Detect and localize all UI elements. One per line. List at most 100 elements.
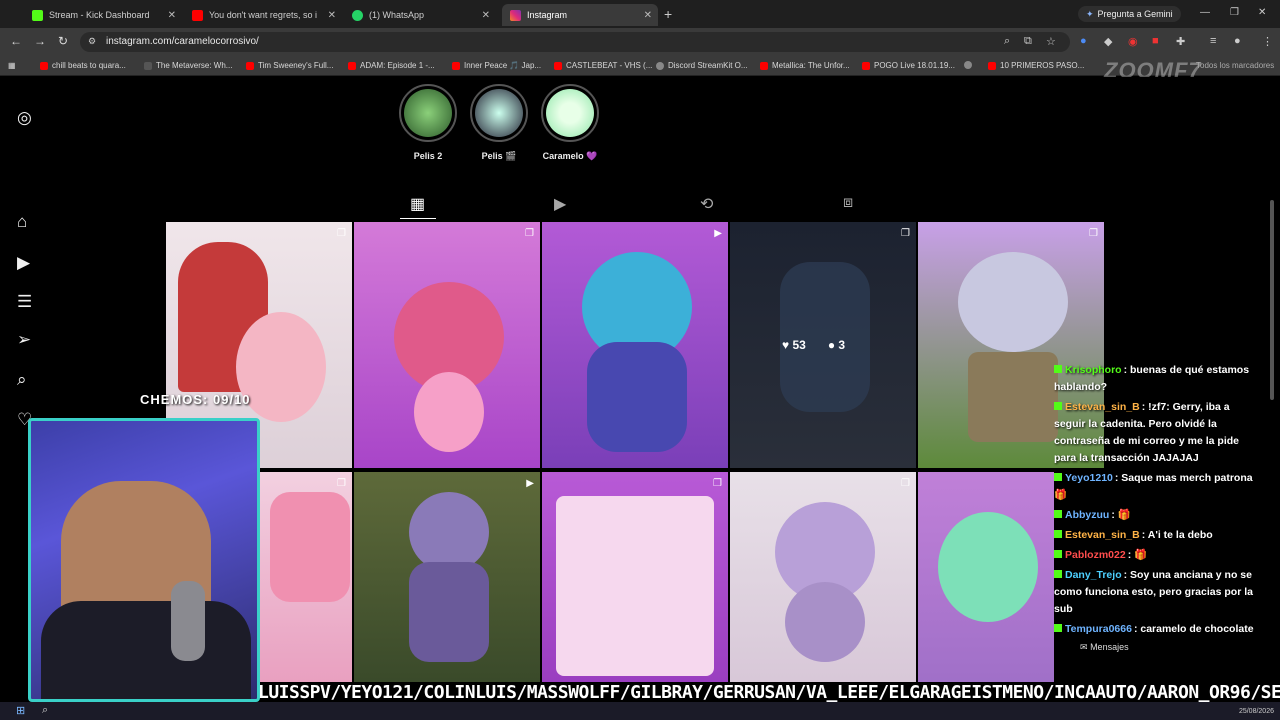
chat-message: Pablozm022: 🎁 — [1054, 547, 1254, 564]
multiple-posts-icon: ❐ — [1089, 228, 1098, 239]
extension-icon[interactable]: ◆ — [1104, 35, 1112, 48]
bookmark-item[interactable]: chill beats to quara... — [40, 61, 126, 70]
new-tab-button[interactable]: + — [664, 6, 672, 22]
post-image — [414, 372, 484, 452]
bookmark-item[interactable]: CASTLEBEAT - VHS (... — [554, 61, 652, 70]
bookmark-star-icon[interactable]: ☆ — [1046, 35, 1056, 48]
close-icon[interactable]: ✕ — [328, 10, 336, 21]
chat-username: Yeyo1210 — [1065, 472, 1113, 484]
chat-text: : 🎁 — [1111, 509, 1131, 521]
restore-button[interactable]: ❐ — [1230, 7, 1239, 18]
messages-icon[interactable]: ➢ — [17, 330, 31, 350]
url-text[interactable]: instagram.com/caramelocorrosivo/ — [106, 36, 259, 47]
site-info-icon[interactable]: ⚙ — [88, 36, 96, 47]
windows-start-icon[interactable]: ⊞ — [16, 704, 25, 717]
gemini-icon: ✦ — [1086, 8, 1094, 19]
post-image — [409, 562, 489, 662]
tab-tagged-icon[interactable]: ⧈ — [843, 194, 853, 212]
close-icon[interactable]: ✕ — [644, 10, 652, 21]
post-image — [968, 352, 1058, 442]
post-thumbnail[interactable]: ▶ — [542, 222, 728, 468]
highlight-pelis-2[interactable]: Pelis 2 — [398, 84, 458, 161]
multiple-posts-icon: ❐ — [337, 478, 346, 489]
search-icon[interactable]: ⌕ — [42, 704, 48, 717]
bookmark-item[interactable] — [964, 61, 972, 69]
bookmark-item[interactable]: Discord StreamKit O... — [656, 61, 748, 70]
chat-message: Krisophoro: buenas de qué estamos hablan… — [1054, 362, 1254, 396]
tab-label: You don't want regrets, so i — [209, 10, 317, 20]
bookmark-item[interactable]: 10 PRIMEROS PASO... — [988, 61, 1084, 70]
threads-icon[interactable]: ☰ — [17, 292, 32, 312]
close-icon[interactable]: ✕ — [168, 10, 176, 21]
gemini-label: Pregunta a Gemini — [1097, 9, 1173, 19]
post-hover-stats: ♥ 53 ● 3 — [782, 338, 845, 352]
bookmark-item[interactable]: POGO Live 18.01.19... — [862, 61, 955, 70]
kick-icon — [32, 9, 43, 21]
gemini-button[interactable]: ✦ Pregunta a Gemini — [1078, 6, 1181, 22]
chat-username: Dany_Trejo — [1065, 569, 1122, 581]
tab-whatsapp[interactable]: (1) WhatsApp ✕ — [344, 4, 496, 26]
instagram-logo-icon[interactable]: ◎ — [17, 108, 32, 128]
menu-icon[interactable]: ⋮ — [1262, 35, 1273, 48]
reload-icon[interactable]: ↻ — [58, 34, 68, 48]
scrollbar[interactable] — [1270, 200, 1274, 400]
reels-icon[interactable]: ▶ — [17, 253, 30, 273]
back-icon[interactable]: ← — [10, 34, 22, 48]
kick-badge-icon — [1054, 510, 1062, 518]
youtube-icon — [452, 61, 460, 70]
chat-message: Dany_Trejo: Soy una anciana y no se como… — [1054, 567, 1254, 618]
comment-icon: ● — [827, 338, 836, 352]
close-window-button[interactable]: ✕ — [1258, 7, 1266, 18]
home-icon[interactable]: ⌂ — [17, 212, 27, 232]
reel-icon: ▶ — [714, 228, 722, 239]
post-thumbnail[interactable]: ❐ — [354, 222, 540, 468]
avatar[interactable]: ● — [1234, 35, 1241, 47]
media-control-icon[interactable]: ≡ — [1210, 35, 1216, 47]
all-bookmarks[interactable]: Todos los marcadores — [1196, 61, 1274, 70]
kick-badge-icon — [1054, 365, 1062, 373]
messages-label: Mensajes — [1090, 642, 1129, 652]
bookmark-label: Inner Peace 🎵 Jap... — [464, 61, 542, 70]
messages-button[interactable]: ✉ Mensajes — [1080, 642, 1129, 653]
tab-reposts-icon[interactable]: ⟲ — [700, 194, 713, 214]
close-icon[interactable]: ✕ — [482, 10, 490, 21]
minimize-button[interactable]: — — [1200, 7, 1210, 18]
post-thumbnail[interactable] — [918, 472, 1054, 682]
extension-icon[interactable]: ■ — [1152, 35, 1159, 47]
zoom-icon[interactable]: ⌕ — [1004, 35, 1010, 48]
highlight-cover — [546, 89, 594, 137]
post-thumbnail[interactable]: ❐ — [260, 472, 352, 682]
apps-icon[interactable]: ▦ — [8, 61, 16, 70]
post-thumbnail[interactable]: ❐ — [730, 472, 916, 682]
bookmark-item[interactable]: Tim Sweeney's Full... — [246, 61, 333, 70]
comments-value: 3 — [838, 338, 846, 352]
youtube-icon — [192, 9, 203, 21]
bookmark-item[interactable]: Metallica: The Unfor... — [760, 61, 850, 70]
post-image — [556, 496, 714, 676]
bookmark-item[interactable]: Inner Peace 🎵 Jap... — [452, 61, 541, 70]
message-icon: ✉ — [1080, 642, 1088, 652]
kick-badge-icon — [1054, 624, 1062, 632]
bookmark-item[interactable]: ADAM: Episode 1 -... — [348, 61, 435, 70]
stream-chat: Krisophoro: buenas de qué estamos hablan… — [1054, 362, 1254, 641]
post-thumbnail[interactable]: ▶ — [354, 472, 540, 682]
post-image — [270, 492, 350, 602]
extension-icon[interactable]: ◉ — [1128, 35, 1138, 48]
chat-text: : 🎁 — [1127, 549, 1148, 561]
extensions-puzzle-icon[interactable]: ✚ — [1176, 35, 1185, 48]
extension-icon[interactable]: ● — [1080, 35, 1087, 47]
chat-username: Estevan_sin_B — [1065, 401, 1140, 413]
highlight-pelis[interactable]: Pelis 🎬 — [469, 84, 529, 162]
post-thumbnail[interactable]: ❐ — [542, 472, 728, 682]
forward-icon[interactable]: → — [34, 34, 46, 48]
tab-posts-grid-icon[interactable]: ▦ — [410, 194, 425, 214]
bookmark-item[interactable]: The Metaverse: Wh... — [144, 61, 232, 70]
highlight-caramelo[interactable]: Caramelo 💜 — [540, 84, 600, 162]
tab-youtube[interactable]: You don't want regrets, so i ✕ — [184, 4, 342, 26]
tab-kick-dashboard[interactable]: Stream - Kick Dashboard ✕ — [24, 4, 182, 26]
search-icon[interactable]: ⌕ — [17, 370, 27, 390]
install-icon[interactable]: ⧉ — [1024, 35, 1032, 48]
tab-reels-icon[interactable]: ▶ — [554, 194, 566, 214]
tab-instagram[interactable]: Instagram ✕ — [502, 4, 658, 26]
chat-username: Abbyzuu — [1065, 509, 1110, 521]
